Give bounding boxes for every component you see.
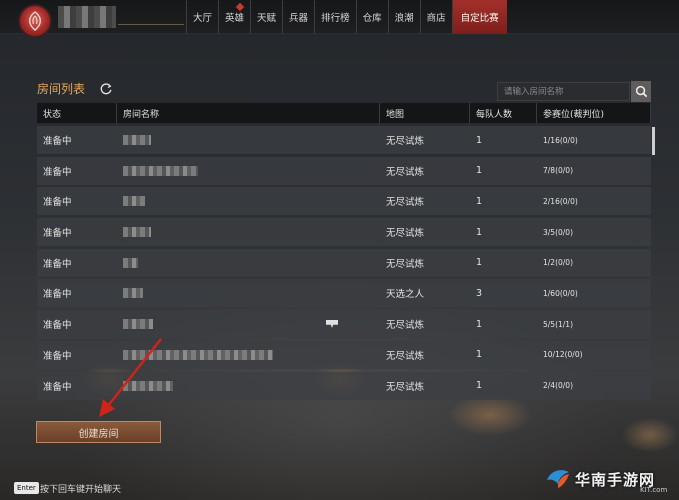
nav-item-leaderboard[interactable]: 排行榜 [314,0,356,34]
main-nav: 大厅 英雄 天赋 兵器 排行榜 仓库 浪潮 商店 自定比赛 [186,0,507,34]
column-header-room-name: 房间名称 [117,103,380,123]
nav-item-warehouse[interactable]: 仓库 [355,0,388,34]
search-icon [635,85,647,98]
divider [118,24,184,25]
nav-label: 大厅 [193,13,213,24]
room-name-blurred [123,165,198,176]
row-room-name [117,157,380,185]
panel-header: 房间列表 [37,80,113,97]
nav-label: 排行榜 [321,13,350,24]
avatar[interactable] [18,4,52,38]
row-room-name [117,249,380,277]
nav-item-waves[interactable]: 浪潮 [387,0,420,34]
row-team-size: 1 [476,226,483,238]
nav-item-heroes[interactable]: 英雄 [218,0,250,34]
row-slots: 1/2(0/0) [543,258,573,268]
emblem-icon [29,11,41,31]
row-map: 无尽试炼 [386,320,425,332]
row-slots: 1/16(0/0) [543,135,578,145]
nav-item-custom-match[interactable]: 自定比赛 [451,0,507,34]
table-row[interactable]: 准备中 天选之人 3 1/60(0/0) [37,279,651,308]
row-slots: 1/60(0/0) [543,288,578,298]
nav-label: 仓库 [362,13,382,24]
row-map: 天选之人 [386,289,425,301]
row-team-size: 1 [476,257,483,269]
row-status: 准备中 [43,320,72,332]
row-slots: 3/5(0/0) [543,227,573,237]
nav-label: 自定比赛 [460,13,499,24]
refresh-icon[interactable] [99,82,113,96]
room-name-blurred [123,227,151,238]
row-team-size: 1 [476,318,483,330]
row-slots: 2/16(0/0) [543,196,578,206]
chat-hint: 按下回车键开始聊天 [40,485,122,495]
row-map: 无尽试炼 [386,166,425,178]
row-map: 无尽试炼 [386,197,425,209]
row-map: 无尽试炼 [386,228,425,240]
row-slots: 10/12(0/0) [543,350,583,360]
column-header-map: 地图 [380,103,470,123]
username-blurred [58,6,116,28]
nav-item-talents[interactable]: 天赋 [250,0,282,34]
room-name-blurred [123,196,145,207]
nav-label: 英雄 [225,13,245,24]
room-search-input[interactable] [497,82,630,101]
room-name-blurred [123,288,143,299]
row-room-name [117,126,380,154]
watermark-sub: KIT.com [640,486,668,494]
nav-item-shop[interactable]: 商店 [419,0,452,34]
table-row[interactable]: 准备中 无尽试炼 1 7/8(0/0) [37,156,651,185]
row-status: 准备中 [43,166,72,178]
row-slots: 5/5(1/1) [543,319,573,329]
watermark-logo-icon [547,470,569,488]
row-room-name [117,279,380,307]
row-status: 准备中 [43,228,72,240]
top-bar: 大厅 英雄 天赋 兵器 排行榜 仓库 浪潮 商店 自定比赛 [0,0,679,38]
create-room-button[interactable]: 创建房间 [36,421,161,443]
row-team-size: 3 [476,287,483,299]
row-map: 无尽试炼 [386,258,425,270]
row-room-name [117,218,380,246]
row-slots: 2/4(0/0) [543,381,573,390]
table-row[interactable]: 准备中 无尽试炼 1 1/2(0/0) [37,248,651,277]
table-row[interactable]: 准备中 无尽试炼 1 3/5(0/0) [37,218,651,247]
table-row[interactable]: 准备中 无尽试炼 1 5/5(1/1) [37,310,651,339]
nav-label: 浪潮 [394,13,414,24]
row-team-size: 1 [476,165,483,177]
table-row[interactable]: 准备中 无尽试炼 1 1/16(0/0) [37,126,651,154]
panel-title: 房间列表 [37,82,86,96]
row-team-size: 1 [476,380,483,391]
room-name-blurred [123,319,153,330]
nav-item-weapons[interactable]: 兵器 [282,0,314,34]
room-name-blurred [123,257,138,268]
row-status: 准备中 [43,197,72,209]
row-status: 准备中 [43,289,72,301]
nav-item-lobby[interactable]: 大厅 [186,0,218,34]
row-map: 无尽试炼 [386,381,425,393]
nav-label: 天赋 [257,13,277,24]
column-header-slots: 参赛位(裁判位) [537,103,651,123]
row-room-name [117,310,380,338]
row-room-name [117,187,380,215]
row-status: 准备中 [43,258,72,270]
column-header-status: 状态 [37,103,117,123]
table-row[interactable]: 准备中 无尽试炼 1 2/16(0/0) [37,187,651,216]
row-team-size: 1 [476,134,483,146]
nav-label: 商店 [426,13,446,24]
row-map: 无尽试炼 [386,350,425,362]
row-slots: 7/8(0/0) [543,166,573,176]
nav-label: 兵器 [289,13,309,24]
table-scrollbar[interactable] [652,127,655,155]
table-header: 状态 房间名称 地图 每队人数 参赛位(裁判位) [37,103,651,123]
row-map: 无尽试炼 [386,136,425,147]
row-status: 准备中 [43,136,72,147]
row-team-size: 1 [476,195,483,207]
enter-key-badge: Enter [14,482,39,494]
column-header-team-size: 每队人数 [470,103,537,123]
red-arrow-annotation [99,338,162,417]
search-button[interactable] [631,81,651,102]
row-team-size: 1 [476,349,483,361]
room-name-blurred [123,135,151,145]
